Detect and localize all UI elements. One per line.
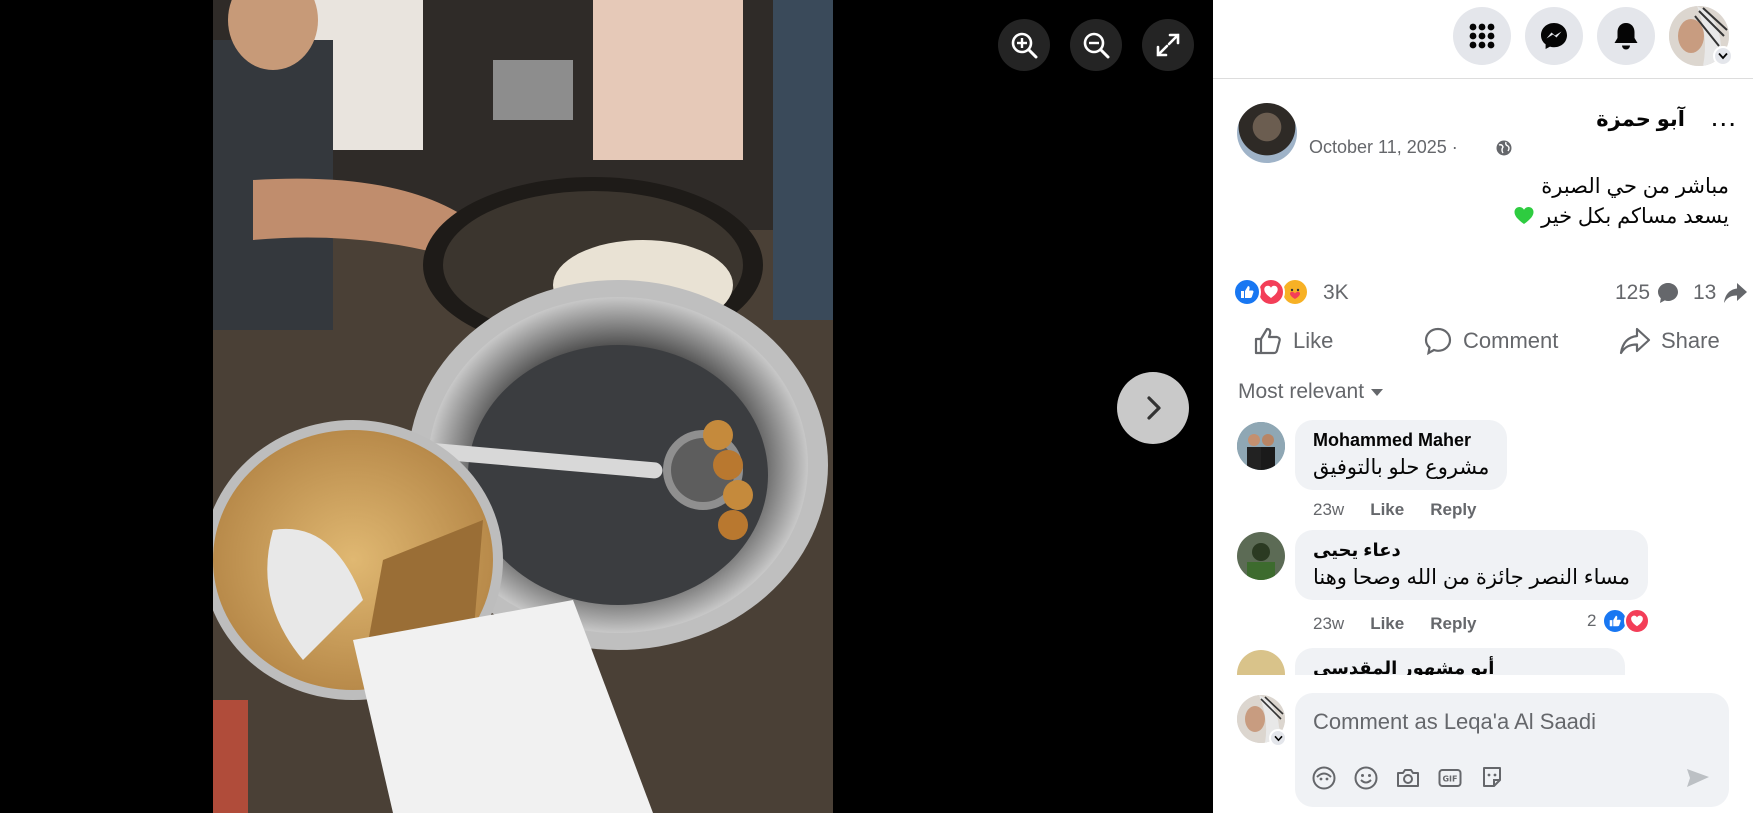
zoom-in-icon [1011,32,1038,59]
comment-meta: 23w Like Reply [1313,614,1477,634]
comments-list: Mohammed Maher مشروع حلو بالتوفيق 23w Li… [1213,418,1753,675]
reactions-summary: 3K 125 13 [1233,276,1748,308]
care-icon [1286,283,1304,301]
bell-icon [1614,23,1638,50]
falafel-stall-photo [213,0,833,813]
chevron-down-icon [1718,52,1728,60]
comment-time[interactable]: 23w [1313,500,1344,520]
comment-like-button[interactable]: Like [1370,500,1404,520]
comment-meta: 23w Like Reply [1313,500,1477,520]
top-bar [1213,0,1753,79]
comment-time[interactable]: 23w [1313,614,1344,634]
post-photo [213,0,833,813]
comment-bubble-icon [1658,283,1679,303]
commenter-name[interactable]: أبو مشهور المقدسي [1313,658,1607,675]
send-icon[interactable] [1685,765,1711,791]
notifications-button[interactable] [1597,7,1655,65]
post-text: مباشر من حي الصبرة يسعد مساكم بكل خير [1249,172,1729,232]
post-actions: Like Comment Share [1233,318,1733,364]
thumbs-up-outline-icon [1254,327,1281,355]
comment-sort-dropdown[interactable]: Most relevant [1238,380,1384,404]
love-reaction-icon [1624,608,1651,634]
share-label: Share [1661,328,1720,353]
expand-icon [1156,33,1180,57]
comment-input[interactable] [1313,709,1703,735]
shares-count[interactable]: 13 [1693,281,1748,305]
more-options-button[interactable]: ... [1711,103,1737,131]
comment-bubble: دعاء يحيى مساء النصر جائزة من الله وصحا … [1295,530,1648,600]
commenter-name[interactable]: دعاء يحيى [1313,540,1630,561]
zoom-out-button[interactable] [1070,19,1122,71]
chevron-right-icon [1147,396,1161,420]
zoom-in-button[interactable] [998,19,1050,71]
comment-like-button[interactable]: Like [1370,614,1404,634]
commenter-name[interactable]: Mohammed Maher [1313,430,1489,451]
like-label: Like [1293,328,1334,353]
love-reaction-icon[interactable] [1257,278,1285,306]
green-heart-icon [1514,207,1534,224]
heart-icon [1264,285,1278,298]
comment-button[interactable]: Comment [1423,318,1558,364]
post-sidebar: آبو حمزة ... October 11, 2025 · مباشر من… [1213,0,1753,813]
next-photo-button[interactable] [1117,372,1189,444]
comment-reaction-count: 2 [1587,611,1597,630]
commenter-avatar[interactable] [1237,422,1285,470]
post-text-line-2: يسعد مساكم بكل خير [1541,205,1729,228]
author-name[interactable]: آبو حمزة [1596,107,1685,132]
comment-box: GIF [1295,693,1729,807]
commenter-avatar[interactable] [1237,650,1285,675]
post-header: آبو حمزة ... October 11, 2025 · [1237,103,1737,163]
camera-icon[interactable] [1395,765,1421,791]
messenger-icon [1541,23,1567,49]
account-menu-toggle[interactable] [1713,46,1733,66]
share-outline-icon [1619,327,1651,355]
comment-reactions[interactable]: 2 [1587,608,1651,634]
like-reaction-icon[interactable] [1233,278,1261,306]
comment-label: Comment [1463,328,1559,353]
share-arrow-icon [1724,283,1748,303]
commenter-photo [1237,532,1285,580]
emoji-icon[interactable] [1353,765,1379,791]
comment-text: مساء النصر جائزة من الله وصحا وهنا [1313,566,1630,589]
gif-icon[interactable]: GIF [1437,765,1463,791]
comment-bubble: Mohammed Maher مشروع حلو بالتوفيق [1295,420,1508,490]
comment-reply-button[interactable]: Reply [1430,500,1476,520]
comment-reply-button[interactable]: Reply [1430,614,1476,634]
post-text-line-1: مباشر من حي الصبرة [1541,175,1729,198]
zoom-out-icon [1083,32,1110,59]
profile-switch-toggle[interactable] [1269,729,1287,747]
comment-composer: GIF [1213,685,1753,813]
caret-down-icon [1371,389,1384,396]
shares-count-value: 13 [1693,281,1717,304]
avatar-sticker-icon[interactable] [1311,765,1337,791]
fullscreen-button[interactable] [1142,19,1194,71]
comment-outline-icon [1424,327,1452,356]
commenter-avatar[interactable] [1237,532,1285,580]
comment-bubble: أبو مشهور المقدسي [1295,648,1625,675]
comments-count[interactable]: 125 [1615,281,1680,305]
svg-text:GIF: GIF [1442,775,1457,784]
thumbs-up-icon [1241,286,1254,298]
sticker-icon[interactable] [1479,765,1505,791]
like-button[interactable]: Like [1253,318,1333,364]
messenger-button[interactable] [1525,7,1583,65]
comment-text: مشروع حلو بالتوفيق [1313,456,1490,479]
photo-viewer [0,0,1213,813]
chevron-down-icon [1273,735,1283,741]
care-reaction-icon[interactable] [1281,278,1309,306]
author-avatar[interactable] [1237,103,1297,163]
grid-menu-icon [1469,23,1495,49]
share-button[interactable]: Share [1619,318,1720,364]
post-date[interactable]: October 11, 2025 · [1309,137,1458,158]
reactions-count[interactable]: 3K [1323,281,1349,305]
commenter-photo [1237,422,1285,470]
sort-label: Most relevant [1238,380,1365,403]
globe-icon [1496,140,1512,156]
comments-count-value: 125 [1615,281,1651,304]
menu-button[interactable] [1453,7,1511,65]
